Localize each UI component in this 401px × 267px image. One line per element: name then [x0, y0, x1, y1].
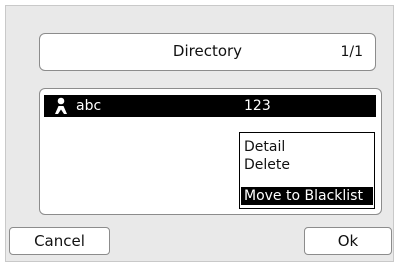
page-indicator: 1/1	[340, 44, 363, 60]
ok-button[interactable]: Ok	[304, 227, 392, 255]
menu-item-move-to-blacklist[interactable]: Move to Blacklist	[241, 187, 373, 205]
contact-icon	[55, 97, 67, 114]
contact-list: abc 123 Detail Delete Move to Blacklist	[39, 88, 382, 215]
title-bar: Directory 1/1	[39, 33, 376, 71]
contact-row[interactable]: abc 123	[44, 95, 376, 117]
contact-number: 123	[244, 98, 271, 114]
contact-name: abc	[76, 98, 102, 114]
menu-item-delete[interactable]: Delete	[241, 156, 373, 174]
cancel-button[interactable]: Cancel	[9, 227, 110, 255]
context-menu: Detail Delete Move to Blacklist	[239, 132, 375, 209]
page-title: Directory	[172, 42, 243, 60]
menu-item-detail[interactable]: Detail	[241, 138, 373, 156]
